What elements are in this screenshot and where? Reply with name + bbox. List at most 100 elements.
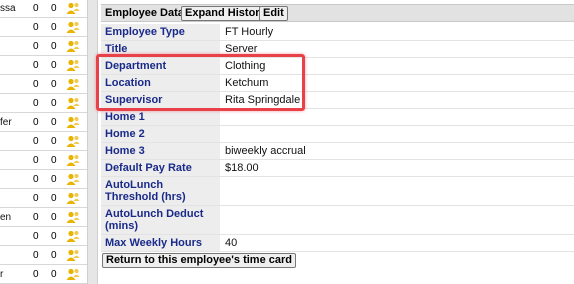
- field-row-autolunch-deduct: AutoLunch Deduct (mins): [101, 206, 574, 235]
- list-item[interactable]: 0 0: [0, 76, 87, 94]
- field-label: Max Weekly Hours: [101, 235, 220, 251]
- field-label: Employee Type: [101, 24, 220, 40]
- field-row-autolunch-threshold: AutoLunch Threshold (hrs): [101, 177, 574, 206]
- list-item[interactable]: 0 0: [0, 171, 87, 189]
- person-icon[interactable]: [66, 21, 80, 34]
- edit-button[interactable]: Edit: [259, 6, 288, 21]
- person-icon[interactable]: [66, 97, 80, 110]
- person-icon[interactable]: [66, 211, 80, 224]
- field-label: Department: [101, 58, 220, 74]
- count-1: 0: [33, 3, 39, 14]
- count-2: 0: [51, 269, 57, 280]
- field-row-employee-type: Employee Type FT Hourly: [101, 24, 574, 41]
- list-item[interactable]: fer 0 0: [0, 114, 87, 132]
- list-item[interactable]: r 0 0: [0, 266, 87, 284]
- employee-data-table: Employee Type FT Hourly Title Server Dep…: [101, 24, 574, 252]
- count-1: 0: [33, 117, 39, 128]
- list-item[interactable]: en 0 0: [0, 209, 87, 227]
- list-item[interactable]: 0 0: [0, 133, 87, 151]
- count-1: 0: [33, 231, 39, 242]
- count-2: 0: [51, 136, 57, 147]
- count-1: 0: [33, 60, 39, 71]
- person-icon[interactable]: [66, 2, 80, 15]
- count-2: 0: [51, 79, 57, 90]
- field-value: Clothing: [225, 60, 266, 72]
- employee-name[interactable]: r: [0, 269, 3, 280]
- person-icon[interactable]: [66, 173, 80, 186]
- count-2: 0: [51, 155, 57, 166]
- field-label: Title: [101, 41, 220, 57]
- field-label: Location: [101, 75, 220, 91]
- list-item[interactable]: 0 0: [0, 228, 87, 246]
- field-row-home-1: Home 1: [101, 109, 574, 126]
- field-value: biweekly accrual: [225, 145, 306, 157]
- field-row-department: Department Clothing: [101, 58, 574, 75]
- count-2: 0: [51, 41, 57, 52]
- field-label: Home 1: [101, 109, 220, 125]
- person-icon[interactable]: [66, 116, 80, 129]
- employee-name[interactable]: fer: [0, 117, 12, 128]
- count-1: 0: [33, 212, 39, 223]
- person-icon[interactable]: [66, 192, 80, 205]
- panel-header: Employee Data Expand History Edit: [101, 4, 574, 22]
- person-icon[interactable]: [66, 135, 80, 148]
- count-2: 0: [51, 98, 57, 109]
- panel-title: Employee Data: [105, 7, 184, 19]
- count-1: 0: [33, 22, 39, 33]
- list-item[interactable]: 0 0: [0, 152, 87, 170]
- field-value: FT Hourly: [225, 26, 274, 38]
- list-item[interactable]: 0 0: [0, 19, 87, 37]
- employee-name[interactable]: en: [0, 212, 11, 223]
- count-1: 0: [33, 155, 39, 166]
- field-value: 40: [225, 237, 238, 249]
- count-2: 0: [51, 3, 57, 14]
- field-value: Ketchum: [225, 77, 269, 89]
- list-item[interactable]: 0 0: [0, 95, 87, 113]
- field-label: AutoLunch Threshold (hrs): [101, 177, 220, 205]
- person-icon[interactable]: [66, 154, 80, 167]
- return-to-time-card-button[interactable]: Return to this employee's time card: [102, 253, 296, 268]
- count-1: 0: [33, 79, 39, 90]
- field-label: Home 2: [101, 126, 220, 142]
- list-item[interactable]: ssa 0 0: [0, 0, 87, 18]
- list-item[interactable]: 0 0: [0, 57, 87, 75]
- count-2: 0: [51, 22, 57, 33]
- expand-history-button[interactable]: Expand History: [181, 6, 270, 21]
- field-row-home-3: Home 3 biweekly accrual: [101, 143, 574, 160]
- list-item[interactable]: 0 0: [0, 38, 87, 56]
- count-1: 0: [33, 269, 39, 280]
- field-row-default-pay-rate: Default Pay Rate $18.00: [101, 160, 574, 177]
- field-row-max-weekly-hours: Max Weekly Hours 40: [101, 235, 574, 252]
- count-1: 0: [33, 174, 39, 185]
- count-1: 0: [33, 98, 39, 109]
- count-2: 0: [51, 212, 57, 223]
- count-2: 0: [51, 250, 57, 261]
- person-icon[interactable]: [66, 59, 80, 72]
- count-1: 0: [33, 250, 39, 261]
- field-row-home-2: Home 2: [101, 126, 574, 143]
- field-value: $18.00: [225, 162, 259, 174]
- list-item[interactable]: 0 0: [0, 247, 87, 265]
- field-row-location: Location Ketchum: [101, 75, 574, 92]
- count-2: 0: [51, 60, 57, 71]
- person-icon[interactable]: [66, 230, 80, 243]
- count-2: 0: [51, 193, 57, 204]
- field-row-supervisor: Supervisor Rita Springdale: [101, 92, 574, 109]
- count-2: 0: [51, 174, 57, 185]
- list-item[interactable]: 0 0: [0, 190, 87, 208]
- field-row-title: Title Server: [101, 41, 574, 58]
- person-icon[interactable]: [66, 268, 80, 281]
- field-value: Server: [225, 43, 258, 55]
- field-label: Default Pay Rate: [101, 160, 220, 176]
- person-icon[interactable]: [66, 78, 80, 91]
- count-1: 0: [33, 193, 39, 204]
- count-1: 0: [33, 136, 39, 147]
- count-2: 0: [51, 117, 57, 128]
- employee-name[interactable]: ssa: [0, 3, 16, 14]
- field-label: Home 3: [101, 143, 220, 159]
- field-value: Rita Springdale: [225, 94, 301, 106]
- pane-divider[interactable]: [87, 0, 98, 284]
- employee-data-panel: Employee Data Expand History Edit Employ…: [101, 0, 574, 284]
- person-icon[interactable]: [66, 40, 80, 53]
- person-icon[interactable]: [66, 249, 80, 262]
